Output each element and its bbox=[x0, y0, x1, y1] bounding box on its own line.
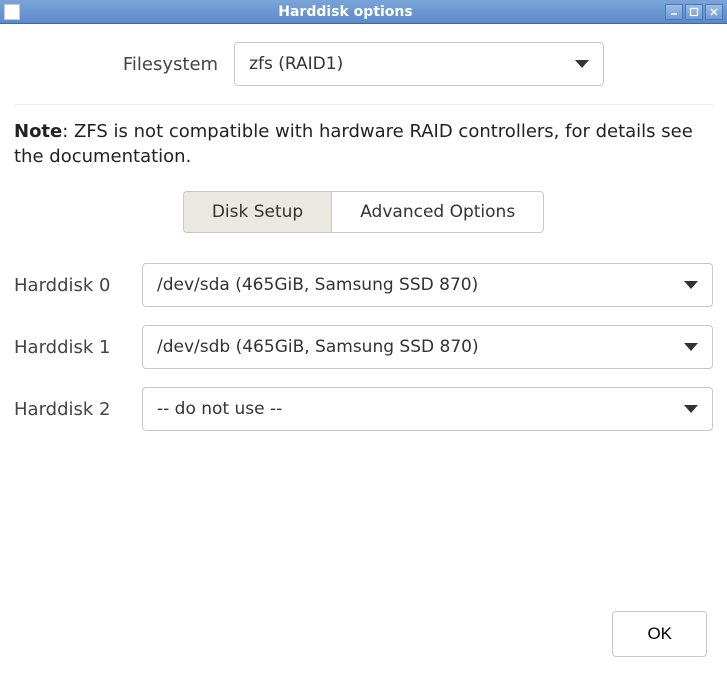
harddisk-2-value: -- do not use -- bbox=[157, 399, 282, 419]
minimize-button[interactable] bbox=[665, 4, 683, 20]
harddisk-0-select[interactable]: /dev/sda (465GiB, Samsung SSD 870) bbox=[142, 263, 713, 307]
note-text: : ZFS is not compatible with hardware RA… bbox=[14, 121, 693, 167]
titlebar: Harddisk options bbox=[0, 0, 727, 24]
harddisk-1-value: /dev/sdb (465GiB, Samsung SSD 870) bbox=[157, 337, 479, 357]
note-bold: Note bbox=[14, 121, 62, 142]
chevron-down-icon bbox=[684, 405, 698, 413]
filesystem-row: Filesystem zfs (RAID1) bbox=[14, 42, 713, 86]
harddisk-1-row: Harddisk 1 /dev/sdb (465GiB, Samsung SSD… bbox=[14, 325, 713, 369]
divider bbox=[14, 104, 713, 105]
filesystem-value: zfs (RAID1) bbox=[249, 54, 343, 74]
window-title: Harddisk options bbox=[26, 4, 665, 20]
harddisk-2-row: Harddisk 2 -- do not use -- bbox=[14, 387, 713, 431]
harddisk-2-label: Harddisk 2 bbox=[14, 399, 124, 420]
harddisk-0-value: /dev/sda (465GiB, Samsung SSD 870) bbox=[157, 275, 478, 295]
harddisk-2-select[interactable]: -- do not use -- bbox=[142, 387, 713, 431]
tab-advanced-options[interactable]: Advanced Options bbox=[331, 192, 543, 232]
harddisk-1-label: Harddisk 1 bbox=[14, 337, 124, 358]
harddisk-1-select[interactable]: /dev/sdb (465GiB, Samsung SSD 870) bbox=[142, 325, 713, 369]
tabs: Disk Setup Advanced Options bbox=[14, 191, 713, 233]
chevron-down-icon bbox=[684, 343, 698, 351]
zfs-note: Note: ZFS is not compatible with hardwar… bbox=[14, 119, 713, 169]
filesystem-select[interactable]: zfs (RAID1) bbox=[234, 42, 604, 86]
tabs-inner: Disk Setup Advanced Options bbox=[183, 191, 544, 233]
chevron-down-icon bbox=[575, 60, 589, 68]
dialog-footer: OK bbox=[0, 599, 727, 675]
maximize-button[interactable] bbox=[685, 4, 703, 20]
harddisk-0-row: Harddisk 0 /dev/sda (465GiB, Samsung SSD… bbox=[14, 263, 713, 307]
filesystem-label: Filesystem bbox=[123, 54, 218, 75]
harddisk-0-label: Harddisk 0 bbox=[14, 275, 124, 296]
chevron-down-icon bbox=[684, 281, 698, 289]
close-button[interactable] bbox=[705, 4, 723, 20]
window-controls bbox=[665, 4, 723, 20]
window-icon bbox=[4, 4, 20, 20]
tab-disk-setup[interactable]: Disk Setup bbox=[184, 192, 331, 232]
ok-button[interactable]: OK bbox=[612, 611, 707, 657]
dialog-content: Filesystem zfs (RAID1) Note: ZFS is not … bbox=[0, 24, 727, 599]
